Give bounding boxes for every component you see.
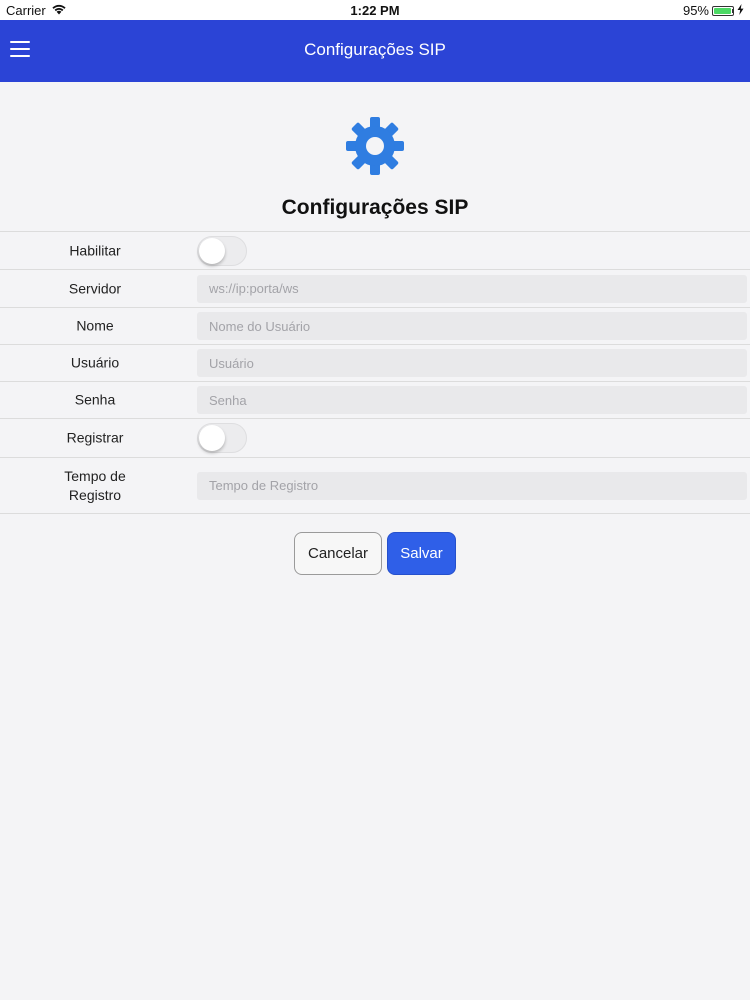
page-title: Configurações SIP	[281, 196, 469, 219]
password-row: Senha	[0, 382, 750, 419]
server-label: Servidor	[68, 280, 122, 296]
register-time-row: Tempo de Registro	[0, 458, 750, 514]
battery-fill	[714, 7, 732, 14]
register-row: Registrar	[0, 419, 750, 458]
user-input[interactable]	[197, 349, 747, 377]
server-row: Servidor	[0, 270, 750, 308]
navigation-bar: Configurações SIP	[0, 20, 750, 82]
server-input[interactable]	[197, 274, 747, 303]
battery-icon	[712, 5, 734, 16]
register-time-label-line1: Tempo de	[64, 467, 126, 484]
toggle-knob	[199, 425, 225, 451]
save-button[interactable]: Salvar	[387, 532, 456, 575]
enable-row: Habilitar	[0, 232, 750, 270]
password-label: Senha	[74, 391, 116, 408]
status-right: 95%	[683, 3, 744, 18]
sip-settings-form: Habilitar Servidor Nome Usuário Senha Re…	[0, 231, 750, 514]
name-label: Nome	[76, 317, 114, 334]
name-row: Nome	[0, 308, 750, 345]
user-row: Usuário	[0, 345, 750, 382]
gear-icon	[343, 114, 407, 178]
register-label: Registrar	[66, 429, 124, 446]
user-label: Usuário	[70, 354, 120, 371]
battery-percent: 95%	[682, 3, 709, 18]
cancel-button[interactable]: Cancelar	[294, 532, 382, 575]
app-screen: Carrier 1:22 PM 95% Configurações SIP Co…	[0, 0, 750, 1000]
name-input[interactable]	[197, 312, 747, 340]
status-time: 1:22 PM	[350, 3, 400, 18]
enable-label: Habilitar	[69, 242, 121, 258]
status-bar: Carrier 1:22 PM 95%	[0, 0, 750, 20]
register-toggle[interactable]	[197, 423, 247, 453]
nav-title: Configurações SIP	[304, 40, 446, 59]
register-time-input[interactable]	[197, 471, 747, 500]
password-input[interactable]	[197, 386, 747, 414]
action-buttons: Cancelar Salvar	[0, 532, 750, 575]
charging-icon	[737, 3, 744, 18]
enable-toggle[interactable]	[197, 235, 247, 266]
register-time-label-line2: Registro	[68, 486, 122, 503]
register-time-label: Tempo de Registro	[0, 467, 190, 505]
toggle-knob	[199, 237, 225, 264]
